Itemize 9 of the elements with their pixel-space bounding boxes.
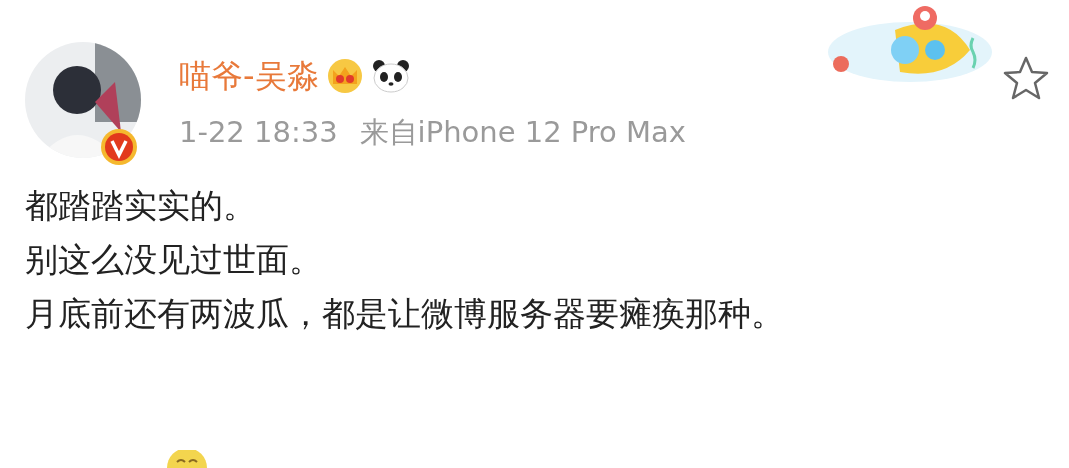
author-name[interactable]: 喵爷-吴淼 bbox=[179, 60, 319, 92]
post-text-line: 月底前还有两波瓜，都是让微博服务器要瘫痪那种。 bbox=[25, 296, 785, 332]
panda-icon bbox=[370, 58, 411, 94]
emoji-icon bbox=[165, 450, 209, 468]
favorite-star-icon[interactable] bbox=[1002, 55, 1050, 101]
post-text-line: 别这么没见过世面。 bbox=[25, 242, 323, 278]
post-time: 1-22 18:33 bbox=[179, 118, 338, 147]
post-text-line: 都踏踏实实的。 bbox=[25, 188, 257, 224]
post-source[interactable]: 来自iPhone 12 Pro Max bbox=[359, 118, 686, 147]
